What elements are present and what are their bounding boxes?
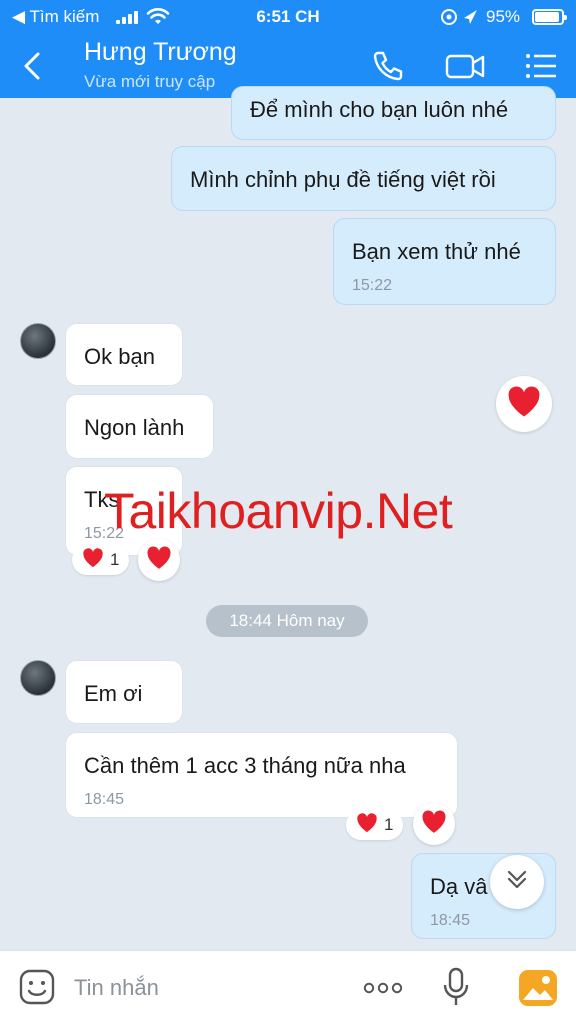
message-text: Để mình cho bạn luôn nhé xyxy=(250,97,509,122)
message-bubble[interactable]: Bạn xem thử nhé 15:22 xyxy=(333,218,556,305)
message-text: Dạ vâ xyxy=(430,874,488,899)
message-bubble[interactable]: Em ơi xyxy=(65,660,183,724)
message-bubble[interactable]: Ngon lành xyxy=(65,394,214,459)
message-input[interactable]: Tin nhắn xyxy=(74,975,159,1001)
message-bubble[interactable]: Để mình cho bạn luôn nhé xyxy=(231,86,556,140)
microphone-icon[interactable] xyxy=(442,967,470,1012)
heart-icon xyxy=(82,547,104,573)
reaction-count: 1 xyxy=(110,550,120,569)
heart-icon xyxy=(146,545,172,575)
menu-icon[interactable] xyxy=(522,48,562,84)
message-text: Ok bạn xyxy=(84,344,155,369)
reaction-button[interactable] xyxy=(413,803,455,845)
message-time: 15:22 xyxy=(84,525,125,542)
reaction-button[interactable] xyxy=(138,539,180,581)
contact-name[interactable]: Hưng Trương xyxy=(84,38,237,67)
battery-percent: 95% xyxy=(486,7,521,26)
avatar[interactable] xyxy=(20,660,56,696)
image-icon[interactable] xyxy=(518,969,558,1012)
contact-status: Vừa mới truy cập xyxy=(84,72,216,91)
message-text: Bạn xem thử nhé xyxy=(352,239,521,264)
scroll-to-bottom-button[interactable] xyxy=(490,855,544,909)
message-time: 18:45 xyxy=(430,912,471,929)
message-time: 15:22 xyxy=(352,277,393,294)
reaction-count-pill[interactable]: 1 xyxy=(346,810,404,840)
message-input-bar: Tin nhắn xyxy=(0,950,576,1024)
message-text: Ngon lành xyxy=(84,415,185,440)
message-text: Tks xyxy=(84,487,120,512)
chevron-down-icon xyxy=(504,867,530,898)
back-icon[interactable] xyxy=(18,48,48,84)
reaction-count: 1 xyxy=(384,815,394,834)
heart-icon xyxy=(356,812,378,838)
video-icon[interactable] xyxy=(444,48,485,84)
status-bar: ◀ Tìm kiếm 6:51 CH 95% xyxy=(0,0,576,34)
message-text: Em ơi xyxy=(84,681,143,706)
time-divider: 18:44 Hôm nay xyxy=(206,605,368,637)
phone-icon[interactable] xyxy=(370,48,410,84)
message-text: Cần thêm 1 acc 3 tháng nữa nha xyxy=(84,753,406,778)
message-bubble[interactable]: Cần thêm 1 acc 3 tháng nữa nha 18:45 xyxy=(65,732,458,818)
more-icon[interactable] xyxy=(362,973,404,1008)
message-time: 18:45 xyxy=(84,791,125,808)
message-bubble[interactable]: Ok bạn xyxy=(65,323,183,386)
reaction-count-pill[interactable]: 1 xyxy=(72,545,130,575)
message-bubble[interactable]: Mình chỉnh phụ đề tiếng việt rồi xyxy=(171,146,556,211)
location-icon xyxy=(440,7,480,32)
avatar[interactable] xyxy=(20,323,56,359)
message-text: Mình chỉnh phụ đề tiếng việt rồi xyxy=(190,167,496,192)
heart-icon xyxy=(506,386,542,423)
heart-icon xyxy=(421,809,447,839)
reaction-button[interactable] xyxy=(496,376,552,432)
sticker-icon[interactable] xyxy=(18,968,56,1011)
battery-icon xyxy=(532,9,567,25)
